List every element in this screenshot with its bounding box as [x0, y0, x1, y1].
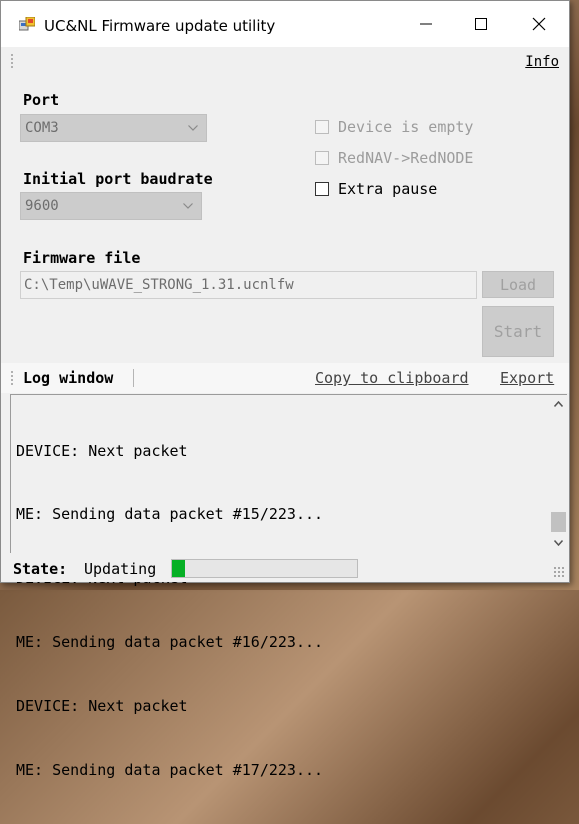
state-value: Updating [84, 560, 157, 578]
scroll-down-icon[interactable] [554, 540, 563, 546]
close-icon [532, 17, 546, 31]
window-title: UC&NL Firmware update utility [44, 17, 276, 35]
log-line: ME: Sending data packet #17/223... [16, 761, 324, 780]
start-button-label: Start [493, 322, 543, 341]
maximize-icon [475, 18, 487, 30]
checkbox-box [315, 151, 329, 165]
log-textarea[interactable]: DEVICE: Next packet ME: Sending data pac… [10, 394, 567, 779]
menu-strip: Info [1, 47, 569, 75]
log-toolbar: Log window Copy to clipboard Export [1, 363, 569, 393]
scroll-up-icon[interactable] [554, 401, 563, 407]
menu-grip-icon[interactable] [11, 53, 13, 69]
toolbar-grip-icon[interactable] [11, 370, 13, 386]
title-bar[interactable]: UC&NL Firmware update utility [1, 1, 569, 47]
checkbox-box [315, 120, 329, 134]
load-button-label: Load [499, 275, 537, 294]
log-line: DEVICE: Next packet [16, 441, 188, 460]
app-icon [19, 17, 35, 31]
copy-to-clipboard-button[interactable]: Copy to clipboard [315, 369, 469, 387]
log-line: ME: Sending data packet #16/223... [16, 633, 324, 652]
log-window-title: Log window [23, 369, 114, 387]
chevron-down-icon [183, 203, 193, 209]
port-value: COM3 [25, 120, 59, 136]
baudrate-label: Initial port baudrate [23, 170, 213, 188]
device-empty-label: Device is empty [338, 118, 474, 136]
firmware-path-value: C:\Temp\uWAVE_STRONG_1.31.ucnlfw [24, 277, 294, 293]
chevron-down-icon [188, 125, 198, 131]
state-label: State: [13, 560, 68, 578]
main-window: UC&NL Firmware update utility Info Port … [0, 0, 570, 779]
firmware-label: Firmware file [23, 249, 141, 267]
port-select[interactable]: COM3 [20, 114, 207, 142]
scroll-thumb[interactable] [551, 512, 566, 532]
baudrate-value: 9600 [25, 198, 59, 214]
start-button[interactable]: Start [482, 306, 554, 357]
toolbar-separator [133, 369, 134, 387]
progress-fill [172, 560, 185, 577]
extra-pause-label: Extra pause [338, 180, 438, 198]
load-button[interactable]: Load [482, 271, 554, 298]
port-label: Port [23, 91, 60, 109]
minimize-icon [420, 23, 432, 25]
checkbox-box [315, 182, 329, 196]
log-scrollbar[interactable] [550, 395, 567, 552]
progress-bar [171, 559, 358, 578]
log-lines: DEVICE: Next packet ME: Sending data pac… [16, 398, 323, 824]
device-empty-checkbox[interactable]: Device is empty [315, 118, 473, 136]
maximize-button[interactable] [452, 1, 510, 47]
rednav-checkbox[interactable]: RedNAV->RedNODE [315, 149, 473, 167]
firmware-path-field[interactable]: C:\Temp\uWAVE_STRONG_1.31.ucnlfw [20, 271, 477, 299]
info-link[interactable]: Info [525, 54, 559, 70]
resize-grip-icon[interactable] [553, 566, 565, 578]
log-line: DEVICE: Next packet [16, 697, 188, 716]
log-line: ME: Sending data packet #15/223... [16, 505, 324, 524]
baudrate-select[interactable]: 9600 [20, 192, 202, 220]
export-button[interactable]: Export [500, 369, 554, 387]
extra-pause-checkbox[interactable]: Extra pause [315, 180, 437, 198]
status-bar: State: Updating [1, 556, 569, 582]
close-button[interactable] [510, 1, 568, 47]
minimize-button[interactable] [397, 1, 455, 47]
rednav-label: RedNAV->RedNODE [338, 149, 474, 167]
